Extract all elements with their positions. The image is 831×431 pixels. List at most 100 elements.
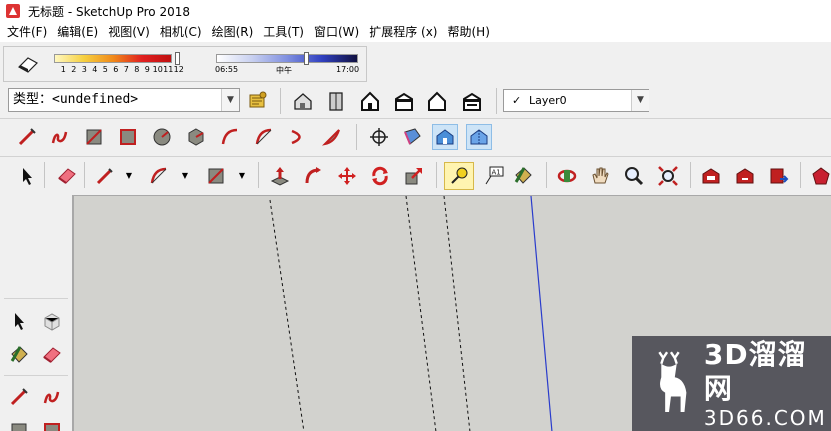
left-view-icon[interactable] xyxy=(459,88,485,114)
guide-line xyxy=(269,199,305,431)
scale-icon[interactable] xyxy=(401,163,427,189)
share-component-icon[interactable] xyxy=(766,163,792,189)
watermark-url: 3D66.COM xyxy=(703,405,827,430)
rectangle-icon[interactable] xyxy=(6,418,32,431)
month-label: 9 xyxy=(144,65,150,74)
sketchup-logo-icon xyxy=(6,4,20,18)
menu-camera[interactable]: 相机(C) xyxy=(155,22,207,42)
drawing-toolbar-row xyxy=(0,118,831,156)
orbit-icon[interactable] xyxy=(554,163,580,189)
line-icon[interactable] xyxy=(14,124,40,150)
pan-hand-icon[interactable] xyxy=(587,163,613,189)
top-view-icon[interactable] xyxy=(323,88,349,114)
month-slider-thumb[interactable] xyxy=(175,52,180,65)
dimension-text-icon[interactable]: A1 xyxy=(481,163,507,189)
eraser-icon[interactable] xyxy=(54,163,80,189)
time-slider-thumb[interactable] xyxy=(304,52,309,65)
main-toolbar-row: ▼ ▼ ▼ A1 xyxy=(0,156,831,194)
freehand-icon[interactable] xyxy=(47,124,73,150)
three-point-arc-icon[interactable] xyxy=(285,124,311,150)
toolbar-separator xyxy=(280,88,281,114)
extension-warehouse-icon[interactable] xyxy=(808,163,831,189)
month-label: 6 xyxy=(113,65,119,74)
chevron-down-icon[interactable]: ▼ xyxy=(180,163,190,189)
warehouse-icon[interactable] xyxy=(698,163,724,189)
month-slider-track[interactable] xyxy=(54,54,172,63)
paint-bucket-icon[interactable] xyxy=(510,163,536,189)
rectangle-icon[interactable] xyxy=(81,124,107,150)
time-mid-label: 中午 xyxy=(276,66,292,75)
back-view-icon[interactable] xyxy=(424,88,450,114)
component-options-icon[interactable] xyxy=(245,87,271,113)
chevron-down-icon[interactable]: ▼ xyxy=(631,90,649,111)
toolbar-separator xyxy=(356,124,357,150)
month-label: 10 xyxy=(152,65,163,74)
rectangle-icon[interactable] xyxy=(203,163,229,189)
back-edges-icon[interactable] xyxy=(466,124,492,150)
xray-icon[interactable] xyxy=(432,124,458,150)
circle-icon[interactable] xyxy=(149,124,175,150)
month-label: 4 xyxy=(92,65,98,74)
time-start-label: 06:55 xyxy=(215,65,239,74)
make-component-icon[interactable] xyxy=(39,308,65,334)
two-point-arc-icon[interactable] xyxy=(251,124,277,150)
move-icon[interactable] xyxy=(334,163,360,189)
share-model-icon[interactable] xyxy=(732,163,758,189)
follow-me-icon[interactable] xyxy=(300,163,326,189)
line-icon[interactable] xyxy=(6,384,32,410)
styles-icon[interactable] xyxy=(399,124,425,150)
title-bar: 无标题 - SketchUp Pro 2018 xyxy=(0,0,831,22)
chevron-down-icon[interactable]: ▼ xyxy=(221,89,239,111)
rotated-rectangle-icon[interactable] xyxy=(39,418,65,431)
front-view-icon[interactable] xyxy=(357,88,383,114)
menu-edit[interactable]: 编辑(E) xyxy=(52,22,103,42)
eraser-icon[interactable] xyxy=(39,342,65,368)
toolbar-separator xyxy=(84,162,85,188)
month-label: 3 xyxy=(81,65,87,74)
arc-icon[interactable] xyxy=(217,124,243,150)
rotated-rectangle-icon[interactable] xyxy=(115,124,141,150)
entity-type-field[interactable]: 类型：<undefined> xyxy=(8,88,240,112)
pie-icon[interactable] xyxy=(319,124,345,150)
right-view-icon[interactable] xyxy=(391,88,417,114)
shadows-toolbar-row: 1 2 3 4 5 6 7 8 9 10 11 12 06:55 中午 17:0… xyxy=(0,44,831,84)
iso-view-icon[interactable] xyxy=(290,88,316,114)
select-arrow-icon[interactable] xyxy=(6,308,32,334)
tape-measure-icon[interactable] xyxy=(444,162,474,190)
menu-draw[interactable]: 绘图(R) xyxy=(207,22,259,42)
layer-select[interactable]: ✓ Layer0 xyxy=(503,89,649,112)
pencil-icon[interactable] xyxy=(92,163,118,189)
paint-bucket-icon[interactable] xyxy=(6,342,32,368)
month-label: 11 xyxy=(163,65,174,74)
toolbar-separator xyxy=(800,162,801,188)
menu-file[interactable]: 文件(F) xyxy=(2,22,52,42)
zoom-extents-icon[interactable] xyxy=(655,163,681,189)
sketchup-window: 无标题 - SketchUp Pro 2018 文件(F) 编辑(E) 视图(V… xyxy=(0,0,831,431)
freehand-icon[interactable] xyxy=(39,384,65,410)
entity-type-label: 类型：<undefined> xyxy=(13,92,139,107)
rotate-icon[interactable] xyxy=(367,163,393,189)
position-camera-icon[interactable] xyxy=(366,124,392,150)
month-label: 5 xyxy=(102,65,108,74)
check-icon: ✓ xyxy=(512,94,522,107)
menu-help[interactable]: 帮助(H) xyxy=(442,22,494,42)
menu-tools[interactable]: 工具(T) xyxy=(258,22,309,42)
arc-icon[interactable] xyxy=(146,163,172,189)
chevron-down-icon[interactable]: ▼ xyxy=(124,163,134,189)
watermark: 3D溜溜网 3D66.COM xyxy=(632,336,831,431)
zoom-icon[interactable] xyxy=(621,163,647,189)
select-arrow-icon[interactable] xyxy=(14,163,40,189)
menu-view[interactable]: 视图(V) xyxy=(103,22,155,42)
menu-extensions[interactable]: 扩展程序 (x) xyxy=(364,22,442,42)
row-divider xyxy=(0,118,831,119)
toolbar-separator xyxy=(258,162,259,188)
menu-window[interactable]: 窗口(W) xyxy=(309,22,364,42)
panel-divider xyxy=(4,298,68,299)
polygon-icon[interactable] xyxy=(183,124,209,150)
month-scale: 1 2 3 4 5 6 7 8 9 10 11 12 xyxy=(58,65,184,74)
eraser-icon[interactable] xyxy=(16,55,40,73)
chevron-down-icon[interactable]: ▼ xyxy=(237,163,247,189)
toolbar-separator xyxy=(436,162,437,188)
time-slider-track[interactable] xyxy=(216,54,358,63)
push-pull-icon[interactable] xyxy=(267,163,293,189)
